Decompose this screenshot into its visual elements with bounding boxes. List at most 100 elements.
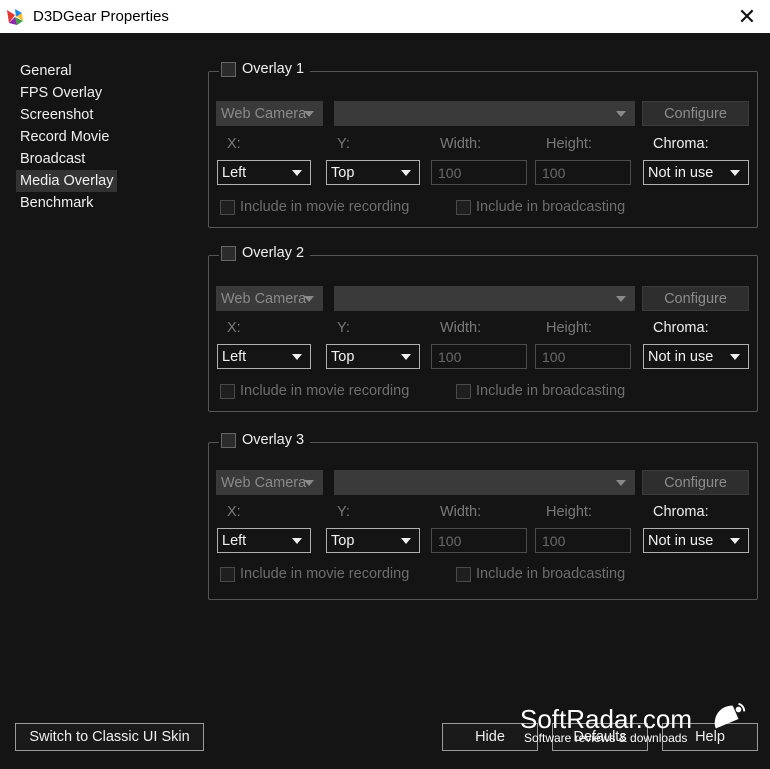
overlay-1-broadcast-label: Include in broadcasting <box>476 199 626 215</box>
overlay-2-configure-button[interactable]: Configure <box>642 286 749 311</box>
overlay-3-broadcast-option[interactable]: Include in broadcasting <box>456 566 625 582</box>
overlay-2-height-label: Height: <box>546 320 592 336</box>
chevron-down-icon <box>616 111 626 117</box>
overlay-1-title: Overlay 1 <box>242 61 305 77</box>
overlay-3-device-select[interactable] <box>334 470 635 495</box>
chevron-down-icon <box>292 354 302 360</box>
switch-classic-skin-button[interactable]: Switch to Classic UI Skin <box>15 723 204 751</box>
title-bar: D3DGear Properties ✕ <box>0 0 770 33</box>
overlay-3-group: Overlay 3 Web Camera Configure X: Y: Wid… <box>208 432 758 600</box>
overlay-3-chroma-select[interactable]: Not in use <box>643 528 749 553</box>
overlay-1-header[interactable]: Overlay 1 <box>219 61 311 77</box>
overlay-3-width-label: Width: <box>440 504 482 520</box>
overlay-1-y-select[interactable]: Top <box>326 160 420 185</box>
overlay-2-y-select[interactable]: Top <box>326 344 420 369</box>
overlay-1-source-select[interactable]: Web Camera <box>216 101 323 126</box>
overlay-1-group: Overlay 1 Web Camera Configure X: Y: Wid… <box>208 61 758 228</box>
d3dgear-logo-icon <box>7 8 23 25</box>
overlay-2-height-field[interactable]: 100 <box>535 344 631 369</box>
overlay-1-source-value: Web Camera <box>221 105 307 122</box>
overlay-1-x-label: X: <box>227 136 241 152</box>
overlay-1-broadcast-option[interactable]: Include in broadcasting <box>456 199 625 215</box>
chevron-down-icon <box>304 480 314 486</box>
overlay-3-y-select[interactable]: Top <box>326 528 420 553</box>
chevron-down-icon <box>292 170 302 176</box>
chevron-down-icon <box>616 480 626 486</box>
overlay-2-broadcast-checkbox[interactable] <box>456 383 471 399</box>
sidebar-item-general[interactable]: General <box>16 60 76 82</box>
overlay-3-y-label: Y: <box>337 504 350 520</box>
overlay-3-source-select[interactable]: Web Camera <box>216 470 323 495</box>
overlay-1-configure-button[interactable]: Configure <box>642 101 749 126</box>
sidebar-item-screenshot[interactable]: Screenshot <box>16 104 97 126</box>
overlay-3-x-select[interactable]: Left <box>217 528 311 553</box>
close-button[interactable]: ✕ <box>724 0 770 33</box>
help-button[interactable]: Help <box>662 723 758 751</box>
overlay-2-group: Overlay 2 Web Camera Configure X: Y: Wid… <box>208 245 758 412</box>
hide-button[interactable]: Hide <box>442 723 538 751</box>
overlay-3-height-field[interactable]: 100 <box>535 528 631 553</box>
overlay-1-enable-checkbox[interactable] <box>221 61 236 77</box>
overlay-2-x-value: Left <box>222 348 247 365</box>
overlay-2-y-value: Top <box>331 348 355 365</box>
overlay-1-chroma-label: Chroma: <box>653 136 709 152</box>
overlay-1-width-field[interactable]: 100 <box>431 160 527 185</box>
overlay-3-enable-checkbox[interactable] <box>221 432 236 448</box>
overlay-2-movie-label: Include in movie recording <box>240 383 410 399</box>
sidebar-item-benchmark[interactable]: Benchmark <box>16 192 97 214</box>
overlay-3-movie-checkbox[interactable] <box>220 566 235 582</box>
chevron-down-icon <box>730 538 740 544</box>
overlay-3-movie-label: Include in movie recording <box>240 566 410 582</box>
overlay-2-y-label: Y: <box>337 320 350 336</box>
overlay-2-source-select[interactable]: Web Camera <box>216 286 323 311</box>
overlay-1-movie-option[interactable]: Include in movie recording <box>220 199 409 215</box>
overlay-2-broadcast-option[interactable]: Include in broadcasting <box>456 383 625 399</box>
overlay-1-x-value: Left <box>222 164 247 181</box>
overlay-2-x-label: X: <box>227 320 241 336</box>
overlay-2-width-label: Width: <box>440 320 482 336</box>
overlay-2-title: Overlay 2 <box>242 245 305 261</box>
overlay-1-chroma-select[interactable]: Not in use <box>643 160 749 185</box>
overlay-3-header[interactable]: Overlay 3 <box>219 432 311 448</box>
overlay-2-device-select[interactable] <box>334 286 635 311</box>
overlay-1-y-value: Top <box>331 164 355 181</box>
overlay-1-height-field[interactable]: 100 <box>535 160 631 185</box>
overlay-3-chroma-label: Chroma: <box>653 504 709 520</box>
overlay-1-x-select[interactable]: Left <box>217 160 311 185</box>
overlay-3-chroma-value: Not in use <box>648 532 714 549</box>
chevron-down-icon <box>292 538 302 544</box>
overlay-1-height-label: Height: <box>546 136 592 152</box>
sidebar-item-fps-overlay[interactable]: FPS Overlay <box>16 82 106 104</box>
sidebar-item-media-overlay[interactable]: Media Overlay <box>16 170 118 192</box>
overlay-2-header[interactable]: Overlay 2 <box>219 245 311 261</box>
overlay-1-movie-label: Include in movie recording <box>240 199 410 215</box>
overlay-2-width-field[interactable]: 100 <box>431 344 527 369</box>
sidebar-item-broadcast[interactable]: Broadcast <box>16 148 89 170</box>
overlay-3-movie-option[interactable]: Include in movie recording <box>220 566 409 582</box>
overlay-1-movie-checkbox[interactable] <box>220 199 235 215</box>
chevron-down-icon <box>304 111 314 117</box>
overlay-3-source-value: Web Camera <box>221 474 307 491</box>
overlay-2-chroma-label: Chroma: <box>653 320 709 336</box>
overlay-1-y-label: Y: <box>337 136 350 152</box>
overlay-3-x-label: X: <box>227 504 241 520</box>
overlay-1-device-select[interactable] <box>334 101 635 126</box>
sidebar-item-record-movie[interactable]: Record Movie <box>16 126 113 148</box>
chevron-down-icon <box>616 296 626 302</box>
overlay-1-chroma-value: Not in use <box>648 164 714 181</box>
chevron-down-icon <box>730 354 740 360</box>
defaults-button[interactable]: Defaults <box>552 723 648 751</box>
overlay-3-width-field[interactable]: 100 <box>431 528 527 553</box>
chevron-down-icon <box>401 354 411 360</box>
overlay-1-broadcast-checkbox[interactable] <box>456 199 471 215</box>
overlay-2-enable-checkbox[interactable] <box>221 245 236 261</box>
overlay-2-broadcast-label: Include in broadcasting <box>476 383 626 399</box>
close-icon: ✕ <box>737 3 757 29</box>
overlay-2-movie-option[interactable]: Include in movie recording <box>220 383 409 399</box>
overlay-3-x-value: Left <box>222 532 247 549</box>
overlay-2-chroma-select[interactable]: Not in use <box>643 344 749 369</box>
overlay-3-broadcast-checkbox[interactable] <box>456 566 471 582</box>
overlay-2-x-select[interactable]: Left <box>217 344 311 369</box>
overlay-2-movie-checkbox[interactable] <box>220 383 235 399</box>
overlay-3-configure-button[interactable]: Configure <box>642 470 749 495</box>
